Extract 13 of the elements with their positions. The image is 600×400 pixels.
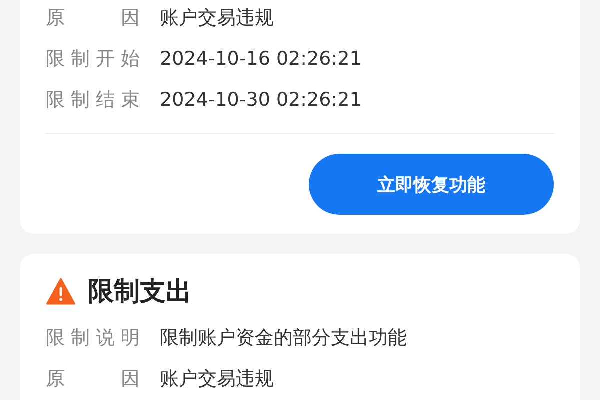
restore-button[interactable]: 立即恢复功能: [309, 154, 554, 215]
field-label: 原因: [46, 367, 140, 392]
field-label: 限制说明: [46, 326, 140, 351]
warning-icon: [46, 278, 76, 304]
field-value: 2024-10-30 02:26:21: [160, 88, 362, 113]
field-value: 限制账户资金的部分支出功能: [160, 326, 407, 351]
section-title: 限制支出: [88, 276, 192, 308]
field-label: 原因: [46, 6, 140, 31]
field-value: 账户交易违规: [160, 367, 274, 392]
field-value: 2024-10-16 02:26:21: [160, 47, 362, 72]
field-label: 限制结束: [46, 88, 140, 113]
field-value: 账户交易违规: [160, 6, 274, 31]
field-label: 限制开始: [46, 47, 140, 72]
